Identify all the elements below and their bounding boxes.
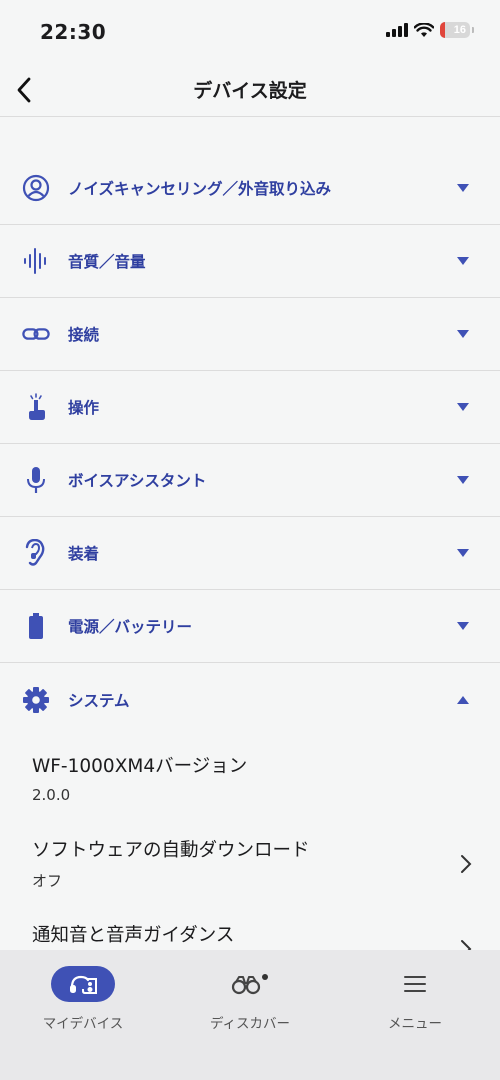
tab-label: マイデバイス — [42, 1016, 124, 1032]
auto-download-item[interactable]: ソフトウェアの自動ダウンロード オフ — [32, 836, 472, 896]
section-label: ノイズキャンセリング／外音取り込み — [68, 180, 332, 198]
caret-down-icon — [457, 184, 469, 192]
section-label: システム — [68, 691, 130, 710]
firmware-version-item: WF-1000XM4バージョン 2.0.0 — [32, 752, 472, 804]
headphones-icon — [51, 966, 115, 1002]
section-label: 接続 — [68, 326, 100, 344]
sound-wave-icon — [22, 247, 50, 275]
signal-icon — [386, 23, 408, 37]
tab-menu[interactable]: メニュー — [340, 966, 490, 1032]
caret-down-icon — [457, 257, 469, 265]
tab-my-device[interactable]: マイデバイス — [8, 966, 158, 1032]
auto-download-value: オフ — [32, 872, 63, 890]
settings-list: ノイズキャンセリング／外音取り込み 音質／音量 接続 操作 ボイスアシスタント … — [0, 152, 500, 736]
chevron-right-icon — [461, 855, 472, 873]
status-icons: 16 — [386, 22, 474, 38]
section-label: 装着 — [68, 545, 100, 563]
caret-down-icon — [457, 476, 469, 484]
caret-down-icon — [457, 403, 469, 411]
section-connection[interactable]: 接続 — [0, 298, 500, 371]
section-label: ボイスアシスタント — [68, 472, 207, 490]
binoculars-icon — [175, 966, 325, 1002]
tab-label: ディスカバー — [209, 1016, 291, 1032]
section-power-battery[interactable]: 電源／バッテリー — [0, 590, 500, 663]
caret-down-icon — [457, 622, 469, 630]
tab-bar: マイデバイス ディスカバー メニュー — [0, 950, 500, 1080]
nav-bar: デバイス設定 — [0, 62, 500, 117]
menu-icon — [340, 966, 490, 1002]
auto-download-title: ソフトウェアの自動ダウンロード — [32, 840, 310, 861]
notification-dot — [262, 974, 268, 980]
caret-down-icon — [457, 549, 469, 557]
section-label: 電源／バッテリー — [68, 618, 193, 636]
status-bar: 22:30 16 — [0, 0, 500, 62]
wifi-icon — [414, 22, 434, 37]
touch-icon — [22, 393, 50, 421]
ear-icon — [22, 539, 50, 567]
notification-sound-item[interactable]: 通知音と音声ガイダンス — [32, 921, 472, 958]
noise-cancel-icon — [22, 174, 50, 202]
tab-label: メニュー — [388, 1016, 442, 1032]
notification-sound-title: 通知音と音声ガイダンス — [32, 925, 235, 946]
firmware-version-title: WF-1000XM4バージョン — [32, 756, 248, 777]
section-label: 操作 — [68, 399, 100, 417]
tab-discover[interactable]: ディスカバー — [175, 966, 325, 1032]
status-time: 22:30 — [40, 20, 107, 44]
section-noise-cancelling[interactable]: ノイズキャンセリング／外音取り込み — [0, 152, 500, 225]
section-wearing[interactable]: 装着 — [0, 517, 500, 590]
firmware-version-value: 2.0.0 — [32, 786, 71, 804]
caret-up-icon — [457, 695, 469, 704]
link-icon — [22, 320, 50, 348]
caret-down-icon — [457, 330, 469, 338]
section-voice-assistant[interactable]: ボイスアシスタント — [0, 444, 500, 517]
battery-icon — [22, 612, 50, 640]
section-sound-quality[interactable]: 音質／音量 — [0, 225, 500, 298]
gear-icon — [22, 686, 50, 714]
battery-level: 16 — [453, 24, 466, 36]
battery-indicator: 16 — [440, 22, 470, 38]
section-label: 音質／音量 — [68, 253, 146, 271]
page-title: デバイス設定 — [193, 80, 307, 102]
section-operation[interactable]: 操作 — [0, 371, 500, 444]
section-system[interactable]: システム — [0, 663, 500, 736]
microphone-icon — [22, 466, 50, 494]
